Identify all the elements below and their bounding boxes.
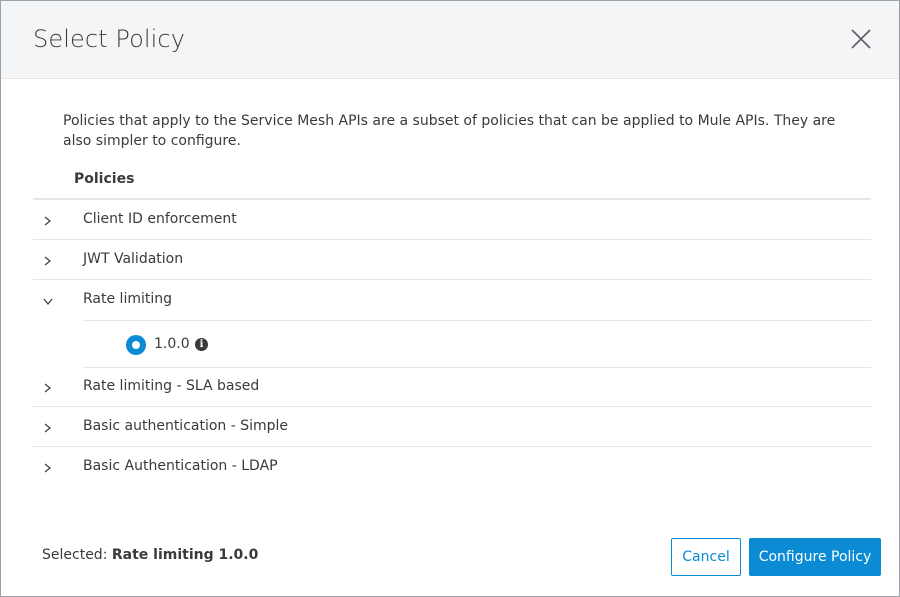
policy-row-jwt-validation[interactable]: JWT Validation [33, 240, 871, 280]
cancel-button[interactable]: Cancel [671, 538, 741, 576]
policy-row-basic-auth-simple[interactable]: Basic authentication - Simple [33, 407, 871, 447]
selected-prefix: Selected: [42, 547, 108, 563]
policy-row-client-id-enforcement[interactable]: Client ID enforcement [33, 200, 871, 240]
close-icon[interactable] [850, 28, 872, 50]
policy-label: JWT Validation [83, 251, 184, 267]
policy-version-row[interactable]: 1.0.0 i [83, 321, 871, 368]
policy-row-basic-auth-ldap[interactable]: Basic Authentication - LDAP [33, 447, 871, 487]
policy-row-rate-limiting-sla[interactable]: Rate limiting - SLA based [33, 367, 871, 407]
version-radio-selected[interactable] [126, 335, 146, 355]
policy-label: Client ID enforcement [83, 211, 237, 227]
policy-label: Basic Authentication - LDAP [83, 458, 278, 474]
info-icon[interactable]: i [195, 338, 208, 351]
configure-policy-button[interactable]: Configure Policy [749, 538, 881, 576]
version-label: 1.0.0 [154, 336, 190, 352]
chevron-right-icon [41, 213, 55, 227]
chevron-right-icon [41, 380, 55, 394]
chevron-down-icon [41, 293, 55, 307]
selected-value: Rate limiting 1.0.0 [111, 547, 259, 563]
dialog-title: Select Policy [33, 25, 186, 53]
policy-label: Rate limiting - SLA based [83, 378, 260, 394]
chevron-right-icon [41, 460, 55, 474]
dialog-header: Select Policy [1, 1, 899, 79]
dialog-description: Policies that apply to the Service Mesh … [63, 113, 836, 149]
policy-label: Basic authentication - Simple [83, 418, 289, 434]
chevron-right-icon [41, 253, 55, 267]
selected-summary: Selected: Rate limiting 1.0.0 [42, 547, 258, 563]
chevron-right-icon [41, 420, 55, 434]
policy-row-rate-limiting[interactable]: Rate limiting [33, 280, 871, 320]
select-policy-dialog: Select Policy Policies that apply to the… [0, 0, 900, 597]
policies-column-header: Policies [74, 171, 135, 187]
policy-label: Rate limiting [83, 291, 172, 307]
